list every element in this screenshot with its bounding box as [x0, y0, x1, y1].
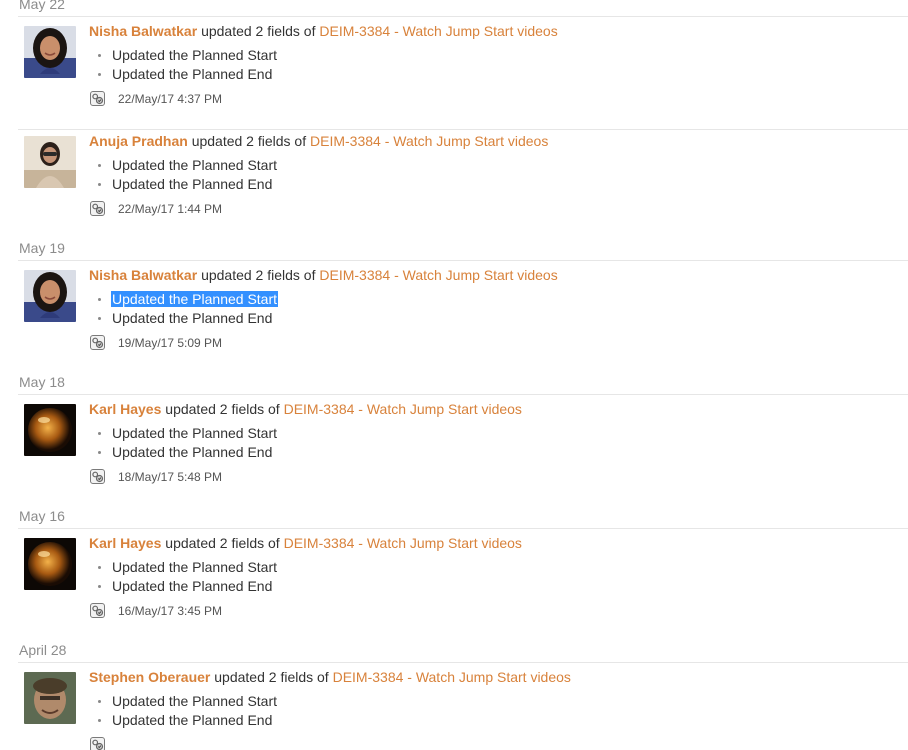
changed-field-item: Updated the Planned End	[96, 443, 278, 462]
changed-fields-list: Updated the Planned Start Updated the Pla…	[96, 692, 278, 730]
activity-entry: Karl Hayes updated 2 fields of DEIM-3384…	[18, 532, 908, 642]
activity-action: updated 2 fields of	[165, 535, 280, 551]
date-group-divider	[18, 16, 908, 17]
changed-field-text: Updated the Planned Start	[112, 693, 278, 709]
changed-field-text: Updated the Planned End	[112, 578, 273, 594]
activity-entry: Nisha Balwatkar updated 2 fields of DEIM…	[18, 20, 908, 130]
changed-field-text: Updated the Planned End	[112, 310, 273, 326]
activity-entry: Anuja Pradhan updated 2 fields of DEIM-3…	[18, 130, 908, 240]
activity-entry: Nisha Balwatkar updated 2 fields of DEIM…	[18, 264, 908, 374]
changed-fields-list: Updated the Planned Start Updated the Pla…	[96, 558, 278, 596]
changed-field-text: Updated the Planned Start	[111, 291, 279, 307]
changed-field-text: Updated the Planned End	[112, 66, 273, 82]
changed-field-item: Updated the Planned Start	[96, 424, 278, 443]
user-avatar[interactable]	[24, 136, 76, 188]
jira-service-icon	[90, 469, 105, 484]
user-link[interactable]: Anuja Pradhan	[89, 133, 188, 149]
changed-field-item: Updated the Planned Start	[96, 290, 279, 309]
jira-service-icon	[90, 737, 105, 750]
activity-action: updated 2 fields of	[191, 133, 307, 149]
changed-field-item: Updated the Planned End	[96, 711, 278, 730]
issue-link[interactable]: DEIM-3384 - Watch Jump Start videos	[319, 23, 557, 39]
activity-summary: Nisha Balwatkar updated 2 fields of DEIM…	[89, 22, 558, 40]
activity-timestamp[interactable]: 22/May/17 4:37 PM	[118, 92, 222, 106]
user-link[interactable]: Karl Hayes	[89, 535, 161, 551]
activity-action: updated 2 fields of	[165, 401, 280, 417]
changed-fields-list: Updated the Planned Start Updated the Pla…	[96, 46, 278, 84]
activity-summary: Karl Hayes updated 2 fields of DEIM-3384…	[89, 534, 522, 552]
changed-field-item: Updated the Planned Start	[96, 156, 278, 175]
activity-action: updated 2 fields of	[214, 669, 329, 685]
changed-field-item: Updated the Planned Start	[96, 46, 278, 65]
jira-service-icon	[90, 603, 105, 618]
issue-link[interactable]: DEIM-3384 - Watch Jump Start videos	[333, 669, 571, 685]
issue-link[interactable]: DEIM-3384 - Watch Jump Start videos	[319, 267, 557, 283]
activity-summary: Stephen Oberauer updated 2 fields of DEI…	[89, 668, 571, 686]
changed-field-item: Updated the Planned Start	[96, 692, 278, 711]
activity-timestamp[interactable]: 22/May/17 1:44 PM	[118, 202, 222, 216]
changed-fields-list: Updated the Planned Start Updated the Pla…	[96, 290, 279, 328]
issue-link[interactable]: DEIM-3384 - Watch Jump Start videos	[310, 133, 548, 149]
changed-field-text: Updated the Planned Start	[112, 559, 278, 575]
changed-field-text: Updated the Planned Start	[112, 425, 278, 441]
issue-link[interactable]: DEIM-3384 - Watch Jump Start videos	[284, 401, 522, 417]
activity-timestamp[interactable]: 18/May/17 5:48 PM	[118, 470, 222, 484]
activity-summary: Karl Hayes updated 2 fields of DEIM-3384…	[89, 400, 522, 418]
changed-field-text: Updated the Planned End	[112, 176, 273, 192]
changed-field-text: Updated the Planned End	[112, 712, 273, 728]
date-group-header: May 16	[19, 508, 65, 524]
changed-field-text: Updated the Planned Start	[112, 157, 278, 173]
user-link[interactable]: Stephen Oberauer	[89, 669, 210, 685]
activity-timestamp[interactable]: 19/May/17 5:09 PM	[118, 336, 222, 350]
user-link[interactable]: Nisha Balwatkar	[89, 23, 197, 39]
activity-stream: May 22 Nisha Balwatkar updated 2 fields o…	[0, 0, 908, 750]
activity-action: updated 2 fields of	[201, 23, 316, 39]
date-group-divider	[18, 528, 908, 529]
jira-service-icon	[90, 201, 105, 216]
activity-entry: Stephen Oberauer updated 2 fields of DEI…	[18, 666, 908, 750]
changed-field-item: Updated the Planned End	[96, 175, 278, 194]
user-avatar[interactable]	[24, 404, 76, 456]
changed-fields-list: Updated the Planned Start Updated the Pla…	[96, 424, 278, 462]
activity-summary: Anuja Pradhan updated 2 fields of DEIM-3…	[89, 132, 548, 150]
activity-timestamp[interactable]: 16/May/17 3:45 PM	[118, 604, 222, 618]
activity-entry: Karl Hayes updated 2 fields of DEIM-3384…	[18, 398, 908, 508]
user-avatar[interactable]	[24, 672, 76, 724]
date-group-header: May 22	[19, 0, 65, 12]
date-group-header: May 18	[19, 374, 65, 390]
changed-field-item: Updated the Planned Start	[96, 558, 278, 577]
activity-action: updated 2 fields of	[201, 267, 316, 283]
jira-service-icon	[90, 335, 105, 350]
user-link[interactable]: Karl Hayes	[89, 401, 161, 417]
changed-fields-list: Updated the Planned Start Updated the Pla…	[96, 156, 278, 194]
user-avatar[interactable]	[24, 26, 76, 78]
date-group-divider	[18, 260, 908, 261]
user-avatar[interactable]	[24, 270, 76, 322]
changed-field-item: Updated the Planned End	[96, 65, 278, 84]
changed-field-item: Updated the Planned End	[96, 577, 278, 596]
jira-service-icon	[90, 91, 105, 106]
date-group-divider	[18, 394, 908, 395]
activity-summary: Nisha Balwatkar updated 2 fields of DEIM…	[89, 266, 558, 284]
changed-field-item: Updated the Planned End	[96, 309, 278, 328]
date-group-divider	[18, 662, 908, 663]
user-avatar[interactable]	[24, 538, 76, 590]
user-link[interactable]: Nisha Balwatkar	[89, 267, 197, 283]
changed-field-text: Updated the Planned Start	[112, 47, 278, 63]
date-group-header: April 28	[19, 642, 67, 658]
issue-link[interactable]: DEIM-3384 - Watch Jump Start videos	[284, 535, 522, 551]
changed-field-text: Updated the Planned End	[112, 444, 273, 460]
date-group-header: May 19	[19, 240, 65, 256]
